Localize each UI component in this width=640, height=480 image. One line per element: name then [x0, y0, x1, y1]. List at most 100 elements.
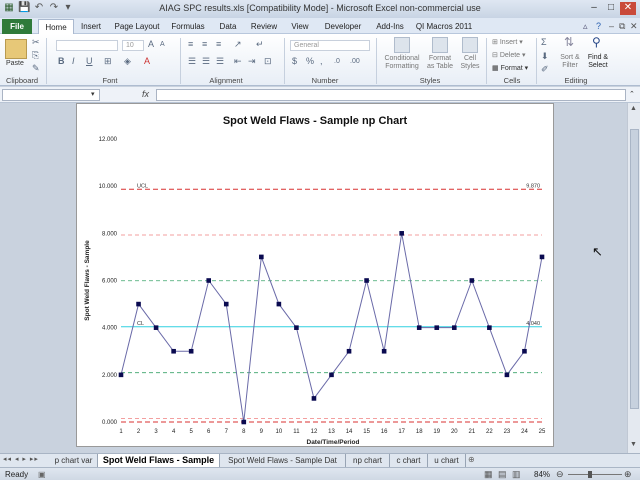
- tab-data[interactable]: Data: [214, 19, 242, 34]
- name-box[interactable]: [2, 89, 100, 101]
- sheet-tab-c-chart[interactable]: c chart: [390, 454, 428, 467]
- sheet-tab-u-chart[interactable]: u chart: [428, 454, 466, 467]
- autosum-icon[interactable]: Σ: [541, 37, 547, 48]
- format-cells-button[interactable]: ▦ Format ▾: [492, 64, 528, 72]
- tab-home[interactable]: Home: [38, 19, 74, 34]
- cl-value-label: 4.040: [526, 321, 540, 327]
- align-left-icon[interactable]: ☰: [188, 56, 196, 67]
- increase-decimal-icon[interactable]: .0: [334, 56, 340, 67]
- align-right-icon[interactable]: ☰: [216, 56, 224, 67]
- underline-button[interactable]: U: [86, 56, 93, 67]
- sheet-tab-spot-weld-np[interactable]: Spot Weld Flaws - Sample np: [98, 454, 220, 478]
- binoculars-icon[interactable]: ⚲: [592, 36, 601, 48]
- tab-review[interactable]: Review: [248, 19, 280, 34]
- tab-qi-macros[interactable]: QI Macros 2011: [414, 19, 474, 34]
- page-layout-view-icon[interactable]: ▤: [498, 469, 507, 480]
- sheet-tab-p-chart-var[interactable]: p chart var: [50, 454, 98, 467]
- zoom-out-icon[interactable]: ⊖: [556, 469, 564, 480]
- align-bottom-icon[interactable]: ≡: [216, 39, 221, 50]
- font-size-select[interactable]: 10: [122, 40, 144, 51]
- scroll-thumb[interactable]: [630, 129, 639, 409]
- minimize-ribbon-icon[interactable]: ▵: [583, 21, 588, 32]
- group-separator: [46, 38, 47, 84]
- vertical-scrollbar[interactable]: ▲ ▼: [627, 103, 640, 453]
- comma-style-icon[interactable]: ,: [320, 56, 323, 67]
- currency-button[interactable]: $: [292, 56, 297, 67]
- data-point: [329, 372, 334, 378]
- tab-add-ins[interactable]: Add-Ins: [372, 19, 408, 34]
- number-format-select[interactable]: General: [290, 40, 370, 51]
- workbook-restore-icon[interactable]: ⧉: [619, 21, 625, 32]
- shrink-font-icon[interactable]: A: [160, 39, 165, 50]
- borders-icon[interactable]: ⊞: [104, 56, 112, 67]
- wrap-text-icon[interactable]: ↵: [256, 39, 264, 50]
- fill-color-icon[interactable]: ◈: [124, 56, 131, 67]
- help-icon[interactable]: ?: [596, 21, 601, 31]
- tab-formulas[interactable]: Formulas: [168, 19, 208, 34]
- bold-button[interactable]: B: [58, 56, 65, 67]
- insert-cells-button[interactable]: ⊞ Insert ▾: [492, 38, 523, 46]
- copy-icon[interactable]: ⎘: [32, 50, 39, 61]
- close-button[interactable]: ✕: [620, 2, 636, 15]
- zoom-slider-thumb[interactable]: [588, 471, 592, 478]
- increase-indent-icon[interactable]: ⇥: [248, 56, 256, 67]
- sort-filter-button[interactable]: Sort & Filter: [556, 54, 584, 70]
- scroll-up-icon[interactable]: ▲: [630, 105, 637, 112]
- cut-icon[interactable]: ✂: [32, 37, 40, 48]
- italic-button[interactable]: I: [72, 56, 75, 67]
- format-painter-icon[interactable]: ✎: [32, 63, 40, 74]
- sort-filter-icon[interactable]: ⇅: [564, 36, 574, 48]
- chart-sheet[interactable]: Spot Weld Flaws - Sample np Chart Spot W…: [76, 103, 554, 447]
- formula-input[interactable]: [156, 89, 626, 101]
- sheet-tab-spot-weld-data[interactable]: Spot Weld Flaws - Sample Dat: [220, 454, 346, 467]
- clear-icon[interactable]: ✐: [541, 64, 549, 75]
- font-name-select[interactable]: [56, 40, 118, 51]
- group-separator: [284, 38, 285, 84]
- cell-styles-button[interactable]: Cell Styles: [456, 55, 484, 71]
- decrease-indent-icon[interactable]: ⇤: [234, 56, 242, 67]
- zoom-level[interactable]: 84%: [534, 470, 550, 479]
- tab-view[interactable]: View: [286, 19, 314, 34]
- conditional-formatting-icon[interactable]: [394, 37, 410, 53]
- tab-page-layout[interactable]: Page Layout: [112, 19, 162, 34]
- insert-function-button[interactable]: fx: [142, 89, 149, 99]
- format-as-table-icon[interactable]: [432, 37, 448, 53]
- expand-formula-bar-icon[interactable]: ⌃: [629, 90, 635, 98]
- sheet-nav-icon[interactable]: ◂◂ ◂ ▸ ▸▸: [3, 455, 39, 463]
- workbook-close-icon[interactable]: ✕: [630, 21, 638, 32]
- format-as-table-button[interactable]: Format as Table: [422, 55, 458, 71]
- tab-developer[interactable]: Developer: [320, 19, 366, 34]
- tab-insert[interactable]: Insert: [76, 19, 106, 34]
- y-tick-label: 0.000: [102, 420, 118, 426]
- percent-button[interactable]: %: [306, 56, 314, 67]
- fill-icon[interactable]: ⬇: [541, 51, 549, 62]
- align-top-icon[interactable]: ≡: [188, 39, 193, 50]
- align-center-icon[interactable]: ☰: [202, 56, 210, 67]
- name-box-dropdown-icon[interactable]: ▾: [91, 90, 95, 98]
- align-middle-icon[interactable]: ≡: [202, 39, 207, 50]
- decrease-decimal-icon[interactable]: .00: [350, 56, 360, 67]
- macro-record-icon[interactable]: ▣: [38, 470, 46, 479]
- find-select-button[interactable]: Find & Select: [584, 54, 612, 70]
- tab-file[interactable]: File: [2, 19, 32, 34]
- scroll-down-icon[interactable]: ▼: [630, 441, 637, 448]
- font-color-icon[interactable]: A: [144, 56, 150, 67]
- paste-button-label[interactable]: Paste: [6, 60, 24, 67]
- orientation-icon[interactable]: ↗: [234, 39, 242, 50]
- conditional-formatting-button[interactable]: Conditional Formatting: [380, 55, 424, 71]
- maximize-button[interactable]: □: [603, 2, 619, 15]
- cell-styles-icon[interactable]: [462, 37, 478, 53]
- sheet-tab-np-chart[interactable]: np chart: [346, 454, 390, 467]
- grow-font-icon[interactable]: A: [148, 39, 154, 50]
- normal-view-icon[interactable]: ▦: [484, 469, 493, 480]
- workbook-minimize-icon[interactable]: –: [609, 21, 614, 31]
- delete-cells-button[interactable]: ⊟ Delete ▾: [492, 51, 526, 59]
- page-break-view-icon[interactable]: ▥: [512, 469, 521, 480]
- merge-center-icon[interactable]: ⊡: [264, 56, 272, 67]
- y-tick-label: 12.000: [99, 137, 118, 143]
- paste-icon[interactable]: [5, 39, 27, 59]
- zoom-slider[interactable]: [568, 474, 622, 475]
- minimize-button[interactable]: –: [586, 2, 602, 15]
- zoom-in-icon[interactable]: ⊕: [624, 469, 632, 480]
- insert-sheet-icon[interactable]: ⊕: [468, 455, 475, 464]
